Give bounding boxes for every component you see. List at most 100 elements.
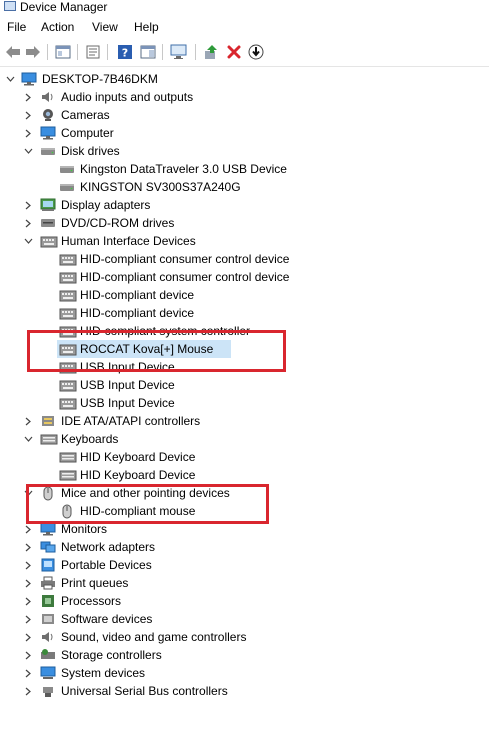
usb-icon bbox=[40, 684, 56, 698]
update-driver-icon bbox=[205, 45, 217, 59]
back-button[interactable] bbox=[4, 43, 22, 61]
category-network-adapters[interactable]: Network adapters bbox=[0, 538, 489, 556]
chevron-right-icon[interactable] bbox=[23, 610, 33, 628]
device-item[interactable]: HID Keyboard Device bbox=[0, 466, 489, 484]
category-sound-controllers[interactable]: Sound, video and game controllers bbox=[0, 628, 489, 646]
properties-button[interactable] bbox=[84, 43, 102, 61]
camera-icon bbox=[40, 108, 56, 122]
action-pane-button[interactable] bbox=[139, 43, 157, 61]
chevron-right-icon[interactable] bbox=[23, 538, 33, 556]
chevron-right-icon[interactable] bbox=[23, 628, 33, 646]
tree-root[interactable]: DESKTOP-7B46DKM bbox=[0, 70, 489, 88]
chevron-right-icon[interactable] bbox=[23, 214, 33, 232]
keyboard-icon bbox=[40, 432, 58, 446]
device-item[interactable]: HID-compliant device bbox=[0, 304, 489, 322]
device-item[interactable]: USB Input Device bbox=[0, 376, 489, 394]
category-cameras[interactable]: Cameras bbox=[0, 106, 489, 124]
forward-arrow-icon bbox=[26, 46, 40, 58]
hid-icon bbox=[40, 234, 58, 248]
tree-root-label: DESKTOP-7B46DKM bbox=[42, 72, 158, 86]
computer-icon bbox=[21, 72, 37, 86]
chevron-down-icon[interactable] bbox=[5, 70, 15, 88]
device-item[interactable]: KINGSTON SV300S37A240G bbox=[0, 178, 489, 196]
chevron-right-icon[interactable] bbox=[23, 664, 33, 682]
device-item[interactable]: Kingston DataTraveler 3.0 USB Device bbox=[0, 160, 489, 178]
category-usb-controllers[interactable]: Universal Serial Bus controllers bbox=[0, 682, 489, 700]
network-icon bbox=[40, 540, 56, 554]
drive-icon bbox=[59, 162, 75, 176]
software-icon bbox=[40, 612, 56, 626]
category-disk-drives[interactable]: Disk drives bbox=[0, 142, 489, 160]
monitor-icon bbox=[40, 522, 56, 536]
category-dvd-drives[interactable]: DVD/CD-ROM drives bbox=[0, 214, 489, 232]
category-computer[interactable]: Computer bbox=[0, 124, 489, 142]
category-display-adapters[interactable]: Display adapters bbox=[0, 196, 489, 214]
back-arrow-icon bbox=[6, 46, 20, 58]
help-button[interactable]: ? bbox=[116, 43, 134, 61]
update-driver-button[interactable] bbox=[202, 43, 220, 61]
ide-icon bbox=[40, 414, 56, 428]
chevron-right-icon[interactable] bbox=[23, 592, 33, 610]
svg-text:?: ? bbox=[122, 47, 128, 60]
portable-icon bbox=[40, 558, 56, 572]
hid-icon bbox=[59, 378, 77, 392]
menu-action[interactable]: Action bbox=[40, 20, 75, 34]
disc-icon bbox=[40, 216, 56, 230]
console-tree-icon bbox=[55, 45, 71, 59]
uninstall-device-button[interactable] bbox=[225, 43, 243, 61]
action-pane-icon bbox=[140, 45, 156, 59]
category-ide-controllers[interactable]: IDE ATA/ATAPI controllers bbox=[0, 412, 489, 430]
chevron-down-icon[interactable] bbox=[23, 142, 33, 160]
chevron-right-icon[interactable] bbox=[23, 682, 33, 700]
chevron-down-icon[interactable] bbox=[23, 430, 33, 448]
keyboard-icon bbox=[59, 450, 77, 464]
storage-icon bbox=[40, 648, 56, 662]
down-arrow-circle-icon bbox=[248, 44, 264, 60]
show-hide-console-tree-button[interactable] bbox=[54, 43, 72, 61]
title-bar: Device Manager bbox=[0, 0, 489, 16]
hid-icon bbox=[59, 270, 77, 284]
chevron-right-icon[interactable] bbox=[23, 412, 33, 430]
chevron-down-icon[interactable] bbox=[23, 232, 33, 250]
device-item[interactable]: HID Keyboard Device bbox=[0, 448, 489, 466]
menu-file[interactable]: File bbox=[6, 20, 27, 34]
category-storage-controllers[interactable]: Storage controllers bbox=[0, 646, 489, 664]
annotation-box-mice bbox=[26, 484, 269, 524]
category-keyboards[interactable]: Keyboards bbox=[0, 430, 489, 448]
system-icon bbox=[40, 666, 56, 680]
printer-icon bbox=[40, 576, 56, 590]
chevron-right-icon[interactable] bbox=[23, 88, 33, 106]
monitor-icon bbox=[40, 126, 56, 140]
device-item[interactable]: HID-compliant consumer control device bbox=[0, 250, 489, 268]
hid-icon bbox=[59, 306, 77, 320]
forward-button[interactable] bbox=[24, 43, 42, 61]
category-print-queues[interactable]: Print queues bbox=[0, 574, 489, 592]
scan-hardware-button[interactable] bbox=[170, 43, 188, 61]
category-system-devices[interactable]: System devices bbox=[0, 664, 489, 682]
category-processors[interactable]: Processors bbox=[0, 592, 489, 610]
chevron-right-icon[interactable] bbox=[23, 574, 33, 592]
category-human-interface-devices[interactable]: Human Interface Devices bbox=[0, 232, 489, 250]
menu-view[interactable]: View bbox=[91, 20, 119, 34]
chevron-right-icon[interactable] bbox=[23, 124, 33, 142]
properties-icon bbox=[86, 45, 100, 59]
device-item[interactable]: HID-compliant device bbox=[0, 286, 489, 304]
device-item[interactable]: HID-compliant consumer control device bbox=[0, 268, 489, 286]
chevron-right-icon[interactable] bbox=[23, 646, 33, 664]
hid-icon bbox=[59, 288, 77, 302]
window-title: Device Manager bbox=[20, 0, 108, 14]
sound-icon bbox=[40, 630, 56, 644]
category-audio-inputs[interactable]: Audio inputs and outputs bbox=[0, 88, 489, 106]
chevron-right-icon[interactable] bbox=[23, 556, 33, 574]
help-icon: ? bbox=[118, 45, 132, 60]
category-portable-devices[interactable]: Portable Devices bbox=[0, 556, 489, 574]
device-item[interactable]: USB Input Device bbox=[0, 394, 489, 412]
category-software-devices[interactable]: Software devices bbox=[0, 610, 489, 628]
chevron-right-icon[interactable] bbox=[23, 196, 33, 214]
chevron-right-icon[interactable] bbox=[23, 106, 33, 124]
menu-help[interactable]: Help bbox=[133, 20, 160, 34]
disable-device-button[interactable] bbox=[247, 43, 265, 61]
hid-icon bbox=[59, 396, 77, 410]
hid-icon bbox=[59, 252, 77, 266]
display-adapter-icon bbox=[40, 198, 56, 212]
